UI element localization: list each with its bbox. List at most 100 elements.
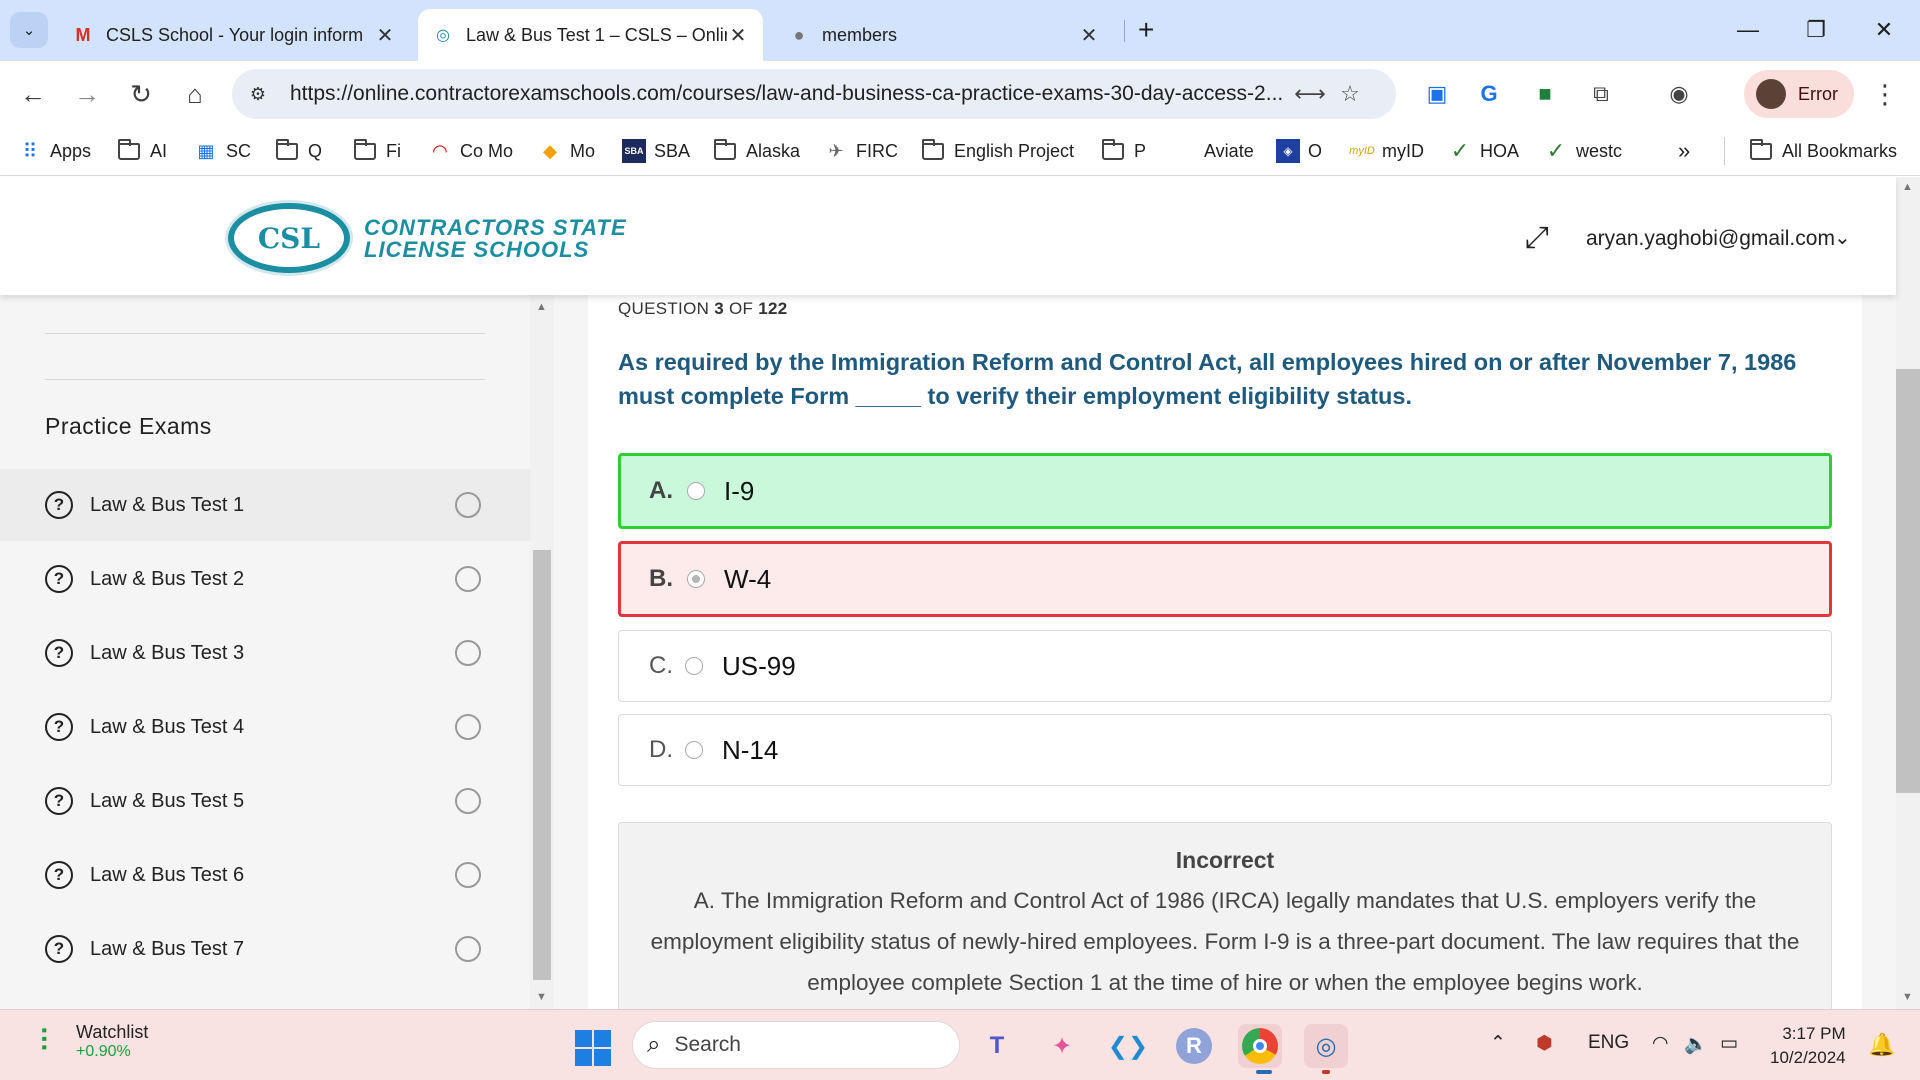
window-close-icon[interactable]: ✕ xyxy=(1856,12,1912,48)
battery-icon[interactable]: ▭ xyxy=(1720,1032,1738,1055)
scroll-up-arrow-icon[interactable]: ▲ xyxy=(536,301,547,313)
sidebar-section-title: Practice Exams xyxy=(45,413,212,439)
reload-icon[interactable]: ↻ xyxy=(122,75,160,113)
bookmark-aviate[interactable]: Aviate xyxy=(1204,137,1254,165)
sidebar-scrollbar[interactable]: ▲ ▼ xyxy=(530,295,554,1009)
sidebar-item-test-2[interactable]: ? Law & Bus Test 2 xyxy=(0,543,530,615)
menu-kebab-icon[interactable]: ⋮ xyxy=(1872,79,1898,110)
sidebar-scroll-thumb[interactable] xyxy=(533,550,551,980)
question-prefix: QUESTION xyxy=(618,299,710,318)
url-text[interactable]: https://online.contractorexamschools.com… xyxy=(290,82,1290,106)
sidebar-item-test-4[interactable]: ? Law & Bus Test 4 xyxy=(0,691,530,763)
option-radio[interactable] xyxy=(687,570,705,588)
bookmark-hoa[interactable]: ✓ HOA xyxy=(1448,137,1519,165)
address-bar[interactable]: ⚙ https://online.contractorexamschools.c… xyxy=(232,69,1396,119)
bookmark-fi[interactable]: Fi xyxy=(354,137,401,165)
bookmark-label: Apps xyxy=(50,140,92,161)
bookmark-alaska[interactable]: Alaska xyxy=(714,137,800,165)
page-scrollbar[interactable]: ▲ ▼ xyxy=(1896,177,1920,1009)
translate-icon[interactable]: ⟷ xyxy=(1290,74,1330,114)
chrome-icon[interactable] xyxy=(1238,1024,1282,1068)
option-radio[interactable] xyxy=(685,741,703,759)
answer-option-b[interactable]: B. W-4 xyxy=(618,541,1832,617)
home-icon[interactable]: ⌂ xyxy=(176,75,214,113)
csls-logo-icon[interactable]: CSL xyxy=(228,203,350,273)
close-icon[interactable]: ✕ xyxy=(374,23,396,48)
windows-start-icon[interactable] xyxy=(575,1030,611,1066)
scroll-down-arrow-icon[interactable]: ▼ xyxy=(536,991,547,1003)
tab-law-bus-test[interactable]: ◎ Law & Bus Test 1 – CSLS – Onlin ✕ xyxy=(418,9,763,61)
scroll-up-arrow-icon[interactable]: ▲ xyxy=(1902,181,1913,193)
vscode-icon[interactable]: ❮❯ xyxy=(1106,1024,1150,1068)
profile-button[interactable]: Error xyxy=(1744,70,1854,118)
close-icon[interactable]: ✕ xyxy=(1078,23,1100,48)
option-radio[interactable] xyxy=(687,482,705,500)
option-radio[interactable] xyxy=(685,657,703,675)
terminal-extension-icon[interactable]: ■ xyxy=(1528,77,1562,111)
site-logo-text[interactable]: CONTRACTORS STATE LICENSE SCHOOLS xyxy=(364,217,627,261)
tab-search-chevron-icon[interactable]: ⌄ xyxy=(10,12,48,48)
chrome-logo-icon xyxy=(1242,1028,1278,1064)
answer-option-a[interactable]: A. I-9 xyxy=(618,453,1832,529)
more-bookmarks-chevron-icon[interactable]: » xyxy=(1678,137,1690,165)
volume-icon[interactable]: 🔈 xyxy=(1684,1032,1708,1056)
answer-option-c[interactable]: C. US-99 xyxy=(618,630,1832,702)
bookmark-sba[interactable]: SBA SBA xyxy=(622,137,690,165)
copilot-icon[interactable]: ✦ xyxy=(1040,1024,1084,1068)
new-tab-plus-icon[interactable]: + xyxy=(1138,14,1154,46)
chevron-down-icon[interactable]: ⌄ xyxy=(1834,225,1851,250)
watchlist-widget[interactable]: ⫶ Watchlist +0.90% xyxy=(26,1022,148,1061)
sidebar-item-test-3[interactable]: ? Law & Bus Test 3 xyxy=(0,617,530,689)
bookmark-co-mo[interactable]: ◠ Co Mo xyxy=(428,137,513,165)
sidebar-item-test-7[interactable]: ? Law & Bus Test 7 xyxy=(0,913,530,985)
tab-members[interactable]: ● members ✕ xyxy=(774,9,1114,61)
tab-gmail[interactable]: M CSLS School - Your login inform ✕ xyxy=(58,9,410,61)
bookmark-o[interactable]: ◈ O xyxy=(1276,137,1322,165)
show-hidden-icons-chevron-icon[interactable]: ⌃ xyxy=(1490,1032,1506,1055)
bookmark-star-icon[interactable]: ☆ xyxy=(1330,74,1370,114)
bookmark-english-project[interactable]: English Project xyxy=(922,137,1074,165)
bookmark-myid[interactable]: myID myID xyxy=(1349,137,1424,165)
minimize-icon[interactable]: — xyxy=(1720,12,1776,48)
sidebar-item-test-6[interactable]: ? Law & Bus Test 6 xyxy=(0,839,530,911)
notification-bell-icon[interactable]: 🔔 xyxy=(1868,1032,1895,1058)
logo-line-2: LICENSE SCHOOLS xyxy=(364,237,590,262)
bookmark-p[interactable]: P xyxy=(1102,137,1146,165)
r-app-icon[interactable]: R xyxy=(1172,1024,1216,1068)
site-info-icon[interactable]: ⚙ xyxy=(240,76,276,112)
folder-icon xyxy=(276,138,298,160)
bookmark-q[interactable]: Q xyxy=(276,137,322,165)
option-text: N-14 xyxy=(722,734,779,765)
system-clock[interactable]: 3:17 PM 10/2/2024 xyxy=(1770,1022,1846,1070)
wifi-icon[interactable]: ◠ xyxy=(1652,1032,1669,1055)
google-translate-extension-icon[interactable]: G xyxy=(1472,77,1506,111)
forward-arrow-icon[interactable]: → xyxy=(68,75,106,113)
snipping-tool-icon[interactable]: ◎ xyxy=(1304,1024,1348,1068)
dropbox-icon[interactable]: ⬢ xyxy=(1536,1032,1553,1055)
bookmark-ai[interactable]: AI xyxy=(118,137,167,165)
back-arrow-icon[interactable]: ← xyxy=(14,75,52,113)
bookmark-mo[interactable]: ◆ Mo xyxy=(538,137,595,165)
folder-icon xyxy=(1750,138,1772,160)
answer-option-d[interactable]: D. N-14 xyxy=(618,714,1832,786)
page-scroll-thumb[interactable] xyxy=(1896,369,1920,793)
bookmark-westc[interactable]: ✓ westc xyxy=(1544,137,1622,165)
sidebar-item-test-1[interactable]: ? Law & Bus Test 1 xyxy=(0,469,530,541)
taskbar-search-box[interactable]: ⌕ Search xyxy=(632,1021,960,1069)
all-bookmarks[interactable]: All Bookmarks xyxy=(1750,137,1897,165)
screenshot-extension-icon[interactable]: ▣ xyxy=(1420,77,1454,111)
sidebar-item-test-5[interactable]: ? Law & Bus Test 5 xyxy=(0,765,530,837)
input-language[interactable]: ENG xyxy=(1588,1032,1629,1054)
bookmark-label: Q xyxy=(308,140,323,161)
user-menu-email[interactable]: aryan.yaghobi@gmail.com xyxy=(1586,227,1835,251)
scroll-down-arrow-icon[interactable]: ▼ xyxy=(1902,991,1913,1003)
bookmark-apps[interactable]: ⠿ Apps xyxy=(18,137,91,165)
close-icon[interactable]: ✕ xyxy=(727,23,749,48)
teams-icon[interactable]: T xyxy=(975,1024,1019,1068)
bookmark-sc[interactable]: ▦ SC xyxy=(194,137,251,165)
screen-capture-icon[interactable]: ◉ xyxy=(1662,77,1696,111)
bookmark-firc[interactable]: ✈ FIRC xyxy=(824,137,898,165)
extensions-puzzle-icon[interactable]: ⧉ xyxy=(1584,77,1618,111)
fullscreen-expand-icon[interactable]: ⤢ xyxy=(1525,221,1549,255)
restore-icon[interactable]: ❐ xyxy=(1788,12,1844,48)
